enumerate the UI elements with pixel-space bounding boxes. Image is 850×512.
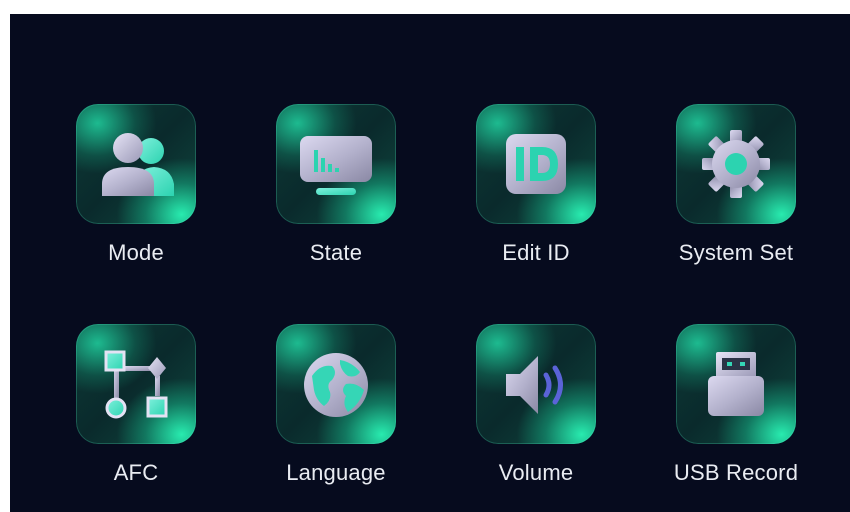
system-set-tile[interactable] bbox=[676, 104, 796, 224]
menu-item-afc[interactable]: AFC bbox=[36, 324, 236, 512]
menu-item-system-set[interactable]: System Set bbox=[636, 104, 836, 294]
menu-item-label: State bbox=[309, 240, 363, 265]
menu-item-mode[interactable]: Mode bbox=[36, 104, 236, 294]
edit-id-tile[interactable] bbox=[476, 104, 596, 224]
language-tile[interactable] bbox=[276, 324, 396, 444]
globe-icon bbox=[304, 353, 368, 417]
menu-item-label: AFC bbox=[113, 460, 159, 485]
menu-item-label: Language bbox=[286, 460, 386, 485]
gear-icon bbox=[702, 130, 770, 198]
monitor-chart-icon bbox=[300, 136, 372, 195]
main-menu-screen: Mode State Edit ID System Set AFC Langua… bbox=[10, 14, 850, 512]
menu-item-label: Edit ID bbox=[502, 240, 570, 265]
mode-tile[interactable] bbox=[76, 104, 196, 224]
menu-item-label: Mode bbox=[108, 240, 164, 265]
flowchart-icon bbox=[104, 350, 168, 419]
menu-item-edit-id[interactable]: Edit ID bbox=[436, 104, 636, 294]
menu-item-usb-record[interactable]: USB Record bbox=[636, 324, 836, 512]
afc-tile[interactable] bbox=[76, 324, 196, 444]
users-icon bbox=[102, 133, 174, 196]
id-icon bbox=[506, 134, 566, 194]
speaker-icon bbox=[506, 356, 563, 414]
usb-drive-icon bbox=[708, 352, 764, 416]
menu-item-volume[interactable]: Volume bbox=[436, 324, 636, 512]
menu-item-state[interactable]: State bbox=[236, 104, 436, 294]
usb-record-tile[interactable] bbox=[676, 324, 796, 444]
menu-item-language[interactable]: Language bbox=[236, 324, 436, 512]
volume-tile[interactable] bbox=[476, 324, 596, 444]
menu-item-label: Volume bbox=[498, 460, 574, 485]
menu-item-label: System Set bbox=[678, 240, 794, 265]
menu-item-label: USB Record bbox=[673, 460, 799, 485]
state-tile[interactable] bbox=[276, 104, 396, 224]
